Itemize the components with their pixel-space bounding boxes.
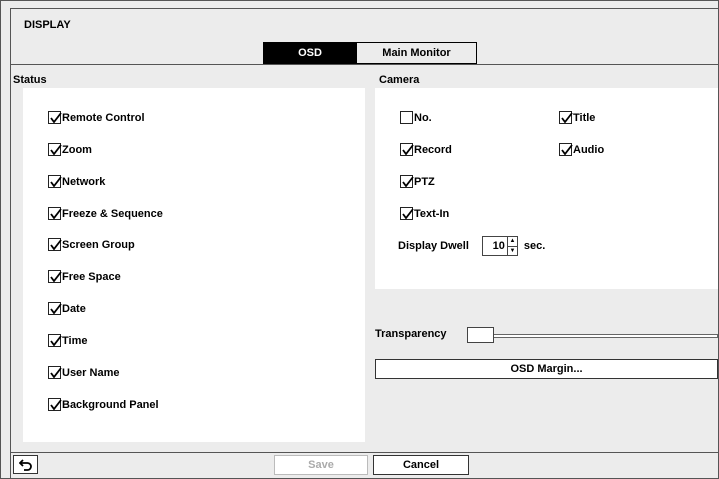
spinner-arrows: ▲ ▼ — [506, 237, 517, 256]
checkbox-box — [400, 175, 414, 188]
status-checkbox-user-name[interactable]: User Name — [48, 366, 119, 379]
tab-divider — [11, 64, 719, 65]
osd-margin-button[interactable]: OSD Margin... — [375, 359, 718, 379]
checkbox-box — [400, 143, 414, 156]
dialog-title: DISPLAY — [24, 19, 71, 31]
status-checkbox-time[interactable]: Time — [48, 334, 87, 347]
checkbox-box — [48, 398, 62, 411]
tab-osd[interactable]: OSD — [264, 43, 356, 63]
transparency-slider-thumb[interactable] — [467, 327, 494, 343]
back-button[interactable] — [13, 455, 38, 474]
checkbox-box — [559, 143, 573, 156]
checkbox-box — [48, 238, 62, 251]
checkmark-icon — [402, 176, 414, 188]
status-checkbox-screen-group[interactable]: Screen Group — [48, 238, 135, 251]
checkmark-icon — [561, 144, 573, 156]
camera-checkbox-text-in[interactable]: Text-In — [400, 207, 449, 220]
save-button[interactable]: Save — [274, 455, 368, 475]
spinner-up-icon[interactable]: ▲ — [508, 237, 517, 246]
checkbox-box — [48, 366, 62, 379]
checkmark-icon — [402, 144, 414, 156]
status-checkbox-freeze-sequence[interactable]: Freeze & Sequence — [48, 207, 163, 220]
checkbox-box — [400, 207, 414, 220]
checkmark-icon — [50, 335, 62, 347]
tab-bar: OSD Main Monitor — [263, 42, 477, 64]
display-dwell-value[interactable]: 10 — [483, 240, 507, 252]
camera-checkbox-audio[interactable]: Audio — [559, 143, 604, 156]
checkmark-icon — [50, 367, 62, 379]
checkbox-box — [48, 111, 62, 124]
checkbox-box — [400, 111, 413, 124]
status-checkbox-network[interactable]: Network — [48, 175, 105, 188]
checkmark-icon — [50, 144, 62, 156]
checkbox-box — [48, 302, 62, 315]
tab-main-monitor[interactable]: Main Monitor — [356, 43, 476, 63]
status-checkbox-background-panel[interactable]: Background Panel — [48, 398, 159, 411]
checkmark-icon — [402, 208, 414, 220]
checkbox-box — [48, 270, 62, 283]
checkbox-box — [48, 143, 62, 156]
checkbox-box — [48, 334, 62, 347]
camera-checkbox-record[interactable]: Record — [400, 143, 452, 156]
checkbox-box — [559, 111, 573, 124]
spinner-down-icon[interactable]: ▼ — [507, 245, 517, 256]
transparency-slider-track[interactable] — [467, 334, 718, 338]
transparency-label: Transparency — [375, 328, 447, 340]
status-checkbox-date[interactable]: Date — [48, 302, 86, 315]
status-checkbox-free-space[interactable]: Free Space — [48, 270, 121, 283]
camera-checkbox-no[interactable]: No. — [400, 111, 432, 124]
display-dwell-spinner[interactable]: 10 ▲ ▼ — [481, 236, 518, 256]
status-section-label: Status — [13, 74, 47, 86]
footer-divider — [11, 452, 719, 453]
camera-section-label: Camera — [379, 74, 420, 86]
camera-checkbox-ptz[interactable]: PTZ — [400, 175, 435, 188]
cancel-button[interactable]: Cancel — [373, 455, 469, 475]
checkmark-icon — [50, 176, 62, 188]
status-checkbox-remote-control[interactable]: Remote Control — [48, 111, 145, 124]
checkmark-icon — [50, 399, 62, 411]
checkmark-icon — [50, 271, 62, 283]
status-checkbox-zoom[interactable]: Zoom — [48, 143, 92, 156]
checkbox-box — [48, 175, 62, 188]
status-panel — [23, 88, 365, 442]
checkmark-icon — [50, 112, 62, 124]
display-dwell-label: Display Dwell — [398, 240, 469, 252]
checkmark-icon — [50, 239, 62, 251]
display-dwell-unit: sec. — [523, 240, 546, 252]
back-arrow-icon — [18, 458, 32, 471]
checkmark-icon — [50, 208, 62, 220]
checkmark-icon — [561, 112, 573, 124]
camera-checkbox-title[interactable]: Title — [559, 111, 595, 124]
checkmark-icon — [50, 303, 62, 315]
display-dwell-row: Display Dwell 10 ▲ ▼ sec. — [398, 236, 545, 256]
checkbox-box — [48, 207, 62, 220]
